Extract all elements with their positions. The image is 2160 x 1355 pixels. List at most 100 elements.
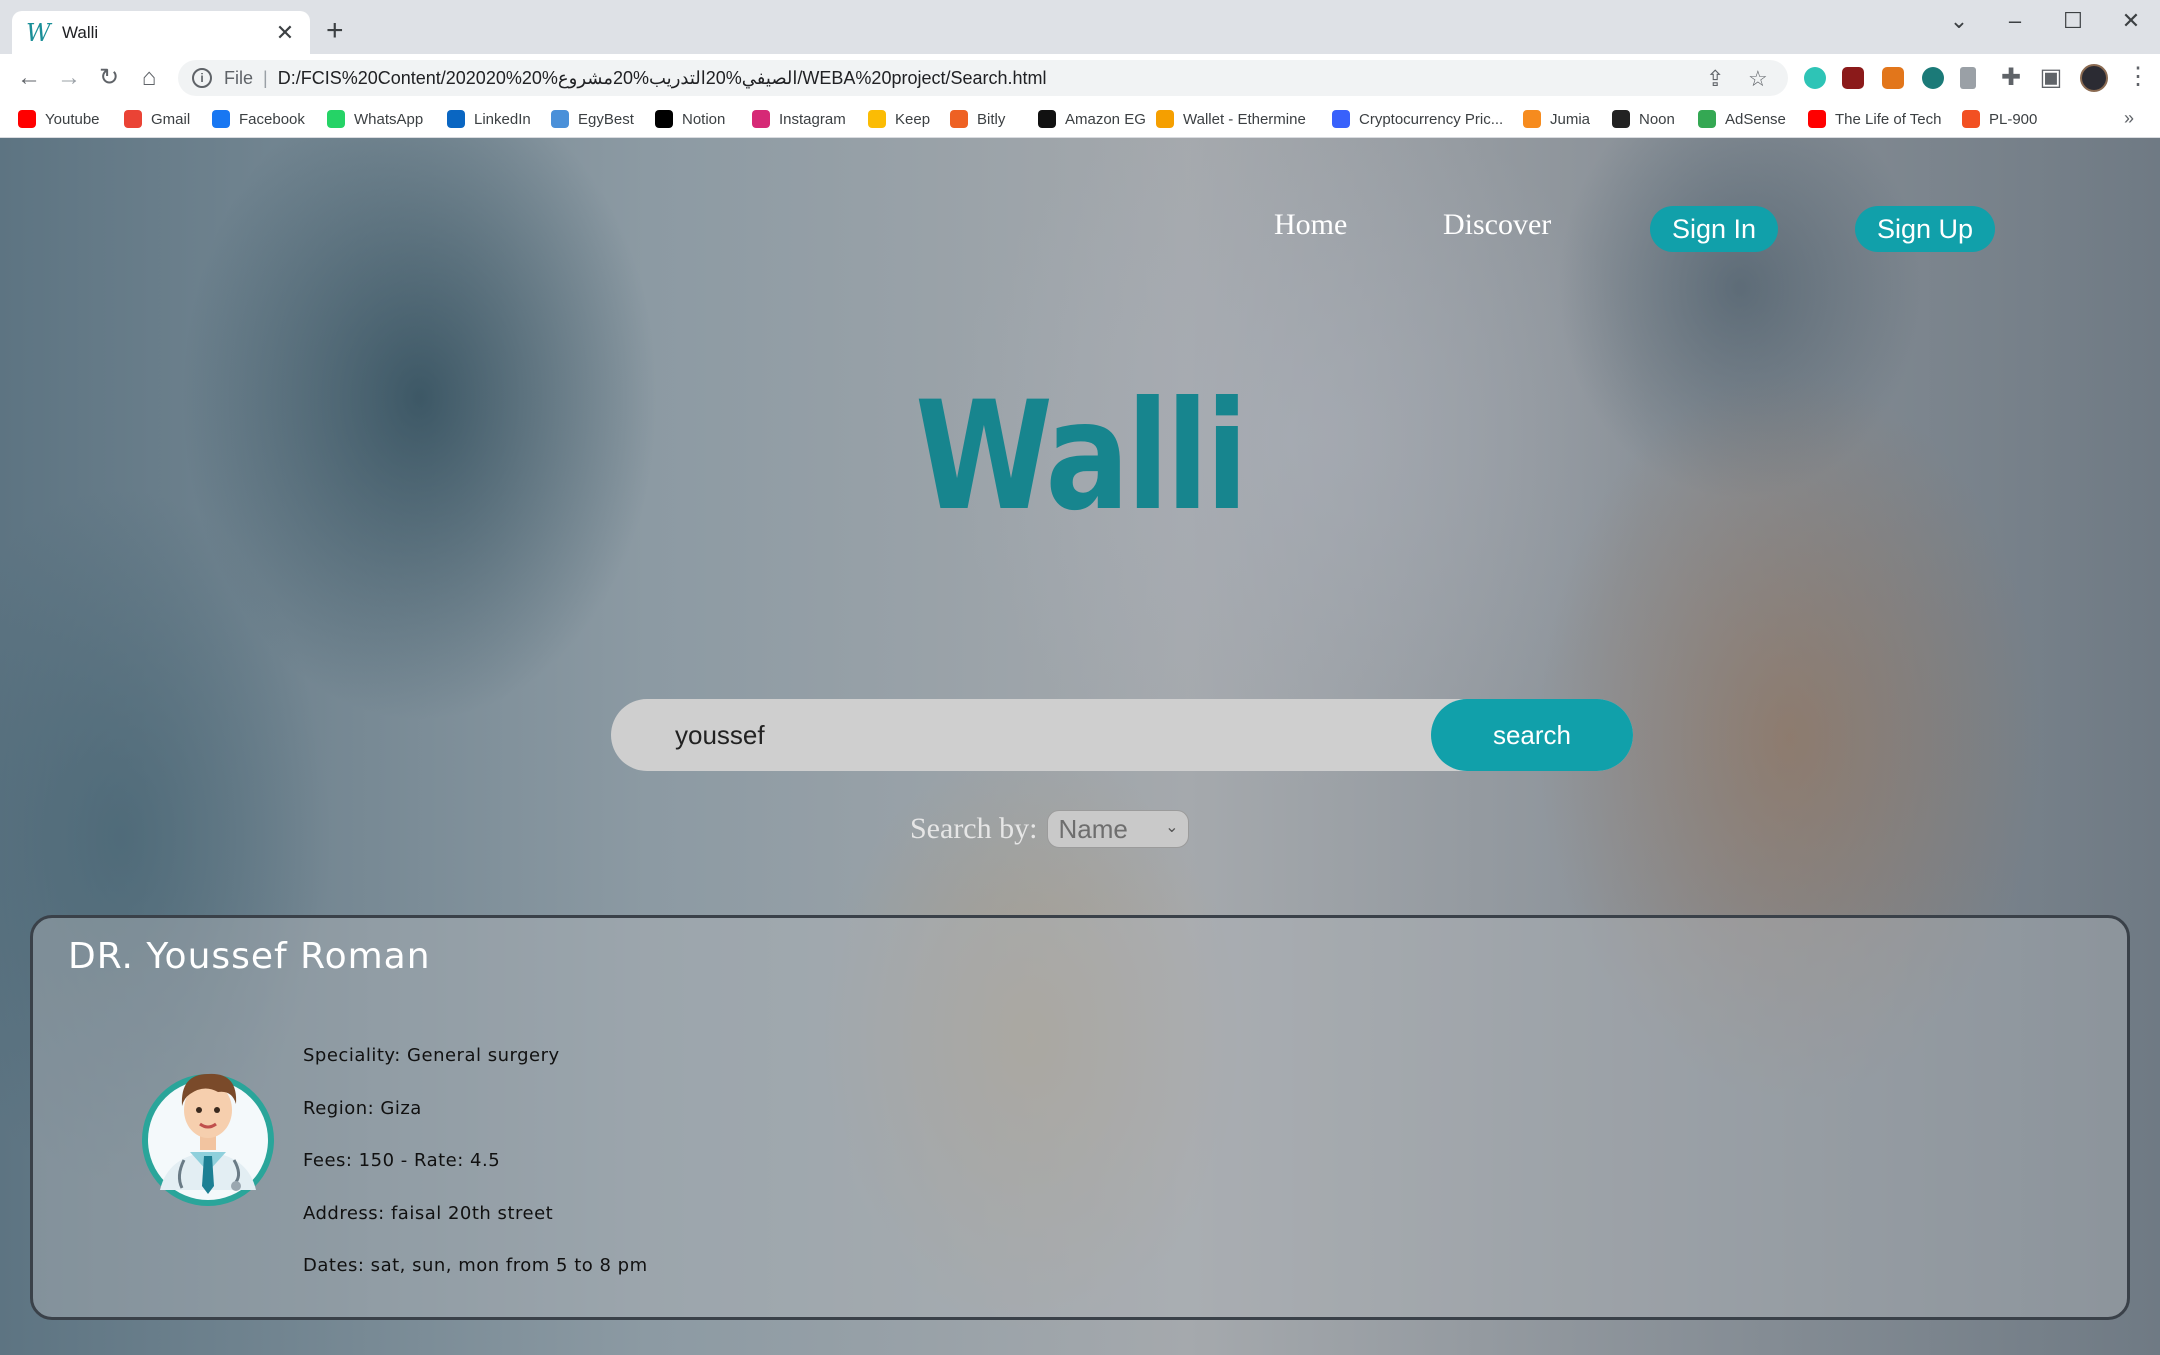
bookmark-item[interactable]: Keep — [868, 110, 930, 128]
reload-button[interactable]: ↻ — [94, 63, 124, 93]
bookmark-item[interactable]: Noon — [1612, 110, 1675, 128]
url-text: D:/FCIS%20Content/202020%الصيفي%20التدري… — [277, 67, 1047, 88]
bookmark-item[interactable]: LinkedIn — [447, 110, 531, 128]
ublock-extension-icon[interactable] — [1842, 67, 1864, 89]
metamask-extension-icon[interactable] — [1882, 67, 1904, 89]
bookmark-item[interactable]: Wallet - Ethermine — [1156, 110, 1306, 128]
doctor-avatar-icon — [142, 1073, 274, 1206]
bookmark-favicon-icon — [212, 110, 230, 128]
bookmark-favicon-icon — [1612, 110, 1630, 128]
bookmark-item[interactable]: Jumia — [1523, 110, 1590, 128]
nav-discover-link[interactable]: Discover — [1443, 208, 1551, 242]
bookmark-favicon-icon — [752, 110, 770, 128]
walli-favicon-icon: W — [26, 18, 51, 47]
bookmark-item[interactable]: Youtube — [18, 110, 100, 128]
close-window-button[interactable]: ✕ — [2116, 8, 2146, 34]
sign-up-button[interactable]: Sign Up — [1855, 206, 1995, 252]
bookmark-favicon-icon — [447, 110, 465, 128]
bookmark-favicon-icon — [1038, 110, 1056, 128]
bookmark-favicon-icon — [1156, 110, 1174, 128]
nav-home-link[interactable]: Home — [1274, 208, 1347, 242]
bookmark-favicon-icon — [1698, 110, 1716, 128]
search-by-label: Search by: — [910, 812, 1038, 845]
doctor-dates: Dates: sat, sun, mon from 5 to 8 pm — [303, 1255, 648, 1276]
search-bar: search — [611, 699, 1633, 771]
maximize-button[interactable]: ☐ — [2058, 8, 2088, 34]
bookmark-item[interactable]: Instagram — [752, 110, 846, 128]
home-icon[interactable]: ⌂ — [134, 63, 164, 93]
bookmark-label: The Life of Tech — [1835, 110, 1942, 128]
doctor-speciality: Speciality: General surgery — [303, 1045, 560, 1066]
bookmark-label: Facebook — [239, 110, 305, 128]
doctor-region: Region: Giza — [303, 1098, 422, 1119]
page-viewport: Home Discover Sign In Sign Up Walli sear… — [0, 138, 2160, 1355]
bookmark-label: Keep — [895, 110, 931, 128]
tab-search-chevron-icon[interactable]: ⌄ — [1944, 8, 1974, 34]
bookmark-item[interactable]: Gmail — [124, 110, 190, 128]
close-tab-icon[interactable]: ✕ — [274, 20, 296, 46]
bookmark-item[interactable]: WhatsApp — [327, 110, 423, 128]
bookmark-item[interactable]: Notion — [655, 110, 725, 128]
bookmark-star-icon[interactable]: ☆ — [1748, 66, 1768, 92]
bookmarks-bar: » Youtube Gmail Facebook WhatsApp LinkedIn Eg… — [0, 102, 2160, 138]
bookmark-label: Instagram — [779, 110, 846, 128]
doctor-result-card[interactable]: DR. Youssef Roman Speciality: General su… — [30, 915, 2130, 1320]
bookmark-label: EgyBest — [578, 110, 634, 128]
bookmark-favicon-icon — [1808, 110, 1826, 128]
bookmark-label: Amazon EG — [1065, 110, 1146, 128]
bookmark-favicon-icon — [1523, 110, 1541, 128]
bookmark-label: PL-900 — [1989, 110, 2038, 128]
forward-button[interactable]: → — [54, 63, 84, 93]
profile-avatar[interactable] — [2080, 64, 2108, 92]
bookmark-favicon-icon — [1332, 110, 1350, 128]
bookmark-item[interactable]: Bitly — [950, 110, 1005, 128]
url-separator: | — [263, 67, 268, 88]
bookmark-item[interactable]: Amazon EG — [1038, 110, 1146, 128]
bookmark-favicon-icon — [327, 110, 345, 128]
tab-title: Walli — [62, 22, 99, 42]
bookmark-label: WhatsApp — [354, 110, 424, 128]
bookmark-favicon-icon — [868, 110, 886, 128]
bookmark-item[interactable]: EgyBest — [551, 110, 634, 128]
minimize-button[interactable]: – — [2000, 8, 2030, 34]
doctor-fees-rate: Fees: 150 - Rate: 4.5 — [303, 1150, 501, 1171]
bookmark-item[interactable]: The Life of Tech — [1808, 110, 1941, 128]
bookmark-label: LinkedIn — [474, 110, 531, 128]
side-panel-icon[interactable]: ▣ — [2036, 63, 2066, 93]
extensions-puzzle-icon[interactable]: ✚ — [1996, 63, 2026, 93]
sign-in-button[interactable]: Sign In — [1650, 206, 1778, 252]
search-by-select[interactable]: Name ⌄ — [1047, 810, 1190, 848]
bookmark-item[interactable]: Cryptocurrency Pric... — [1332, 110, 1503, 128]
search-input[interactable] — [611, 699, 1431, 771]
chevron-down-icon: ⌄ — [1165, 819, 1179, 836]
bookmark-label: Cryptocurrency Pric... — [1359, 110, 1504, 128]
share-icon[interactable]: ⇪ — [1706, 66, 1724, 92]
more-bookmarks-icon[interactable]: » — [2124, 108, 2134, 129]
bookmark-favicon-icon — [950, 110, 968, 128]
bookmark-label: Youtube — [45, 110, 100, 128]
doctor-address: Address: faisal 20th street — [303, 1203, 554, 1224]
browser-tab[interactable]: W Walli ✕ — [12, 11, 310, 54]
bookmark-favicon-icon — [18, 110, 36, 128]
bookmark-label: Jumia — [1550, 110, 1591, 128]
info-icon[interactable]: i — [192, 68, 212, 88]
bookmark-item[interactable]: Facebook — [212, 110, 305, 128]
bookmark-favicon-icon — [655, 110, 673, 128]
volume-extension-icon[interactable] — [1960, 67, 1976, 89]
search-by-group: Search by: Name ⌄ — [910, 810, 1190, 848]
search-button[interactable]: search — [1431, 699, 1633, 771]
grammarly-extension-icon[interactable] — [1804, 67, 1826, 89]
search-by-selected-value: Name — [1058, 813, 1128, 844]
menu-kebab-icon[interactable]: ⋮ — [2126, 62, 2150, 91]
bookmark-label: Gmail — [151, 110, 191, 128]
bookmark-favicon-icon — [551, 110, 569, 128]
bookmark-favicon-icon — [124, 110, 142, 128]
back-button[interactable]: ← — [14, 63, 44, 93]
address-bar[interactable]: i File | D:/FCIS%20Content/202020%الصيفي… — [178, 60, 1788, 96]
bookmark-item[interactable]: AdSense — [1698, 110, 1786, 128]
logo-text: Walli — [915, 388, 1245, 538]
extension-icon[interactable] — [1922, 67, 1944, 89]
bookmark-item[interactable]: PL-900 — [1962, 110, 2037, 128]
new-tab-button[interactable]: + — [326, 16, 344, 46]
tab-strip: W Walli ✕ + ⌄ – ☐ ✕ — [0, 0, 2160, 54]
